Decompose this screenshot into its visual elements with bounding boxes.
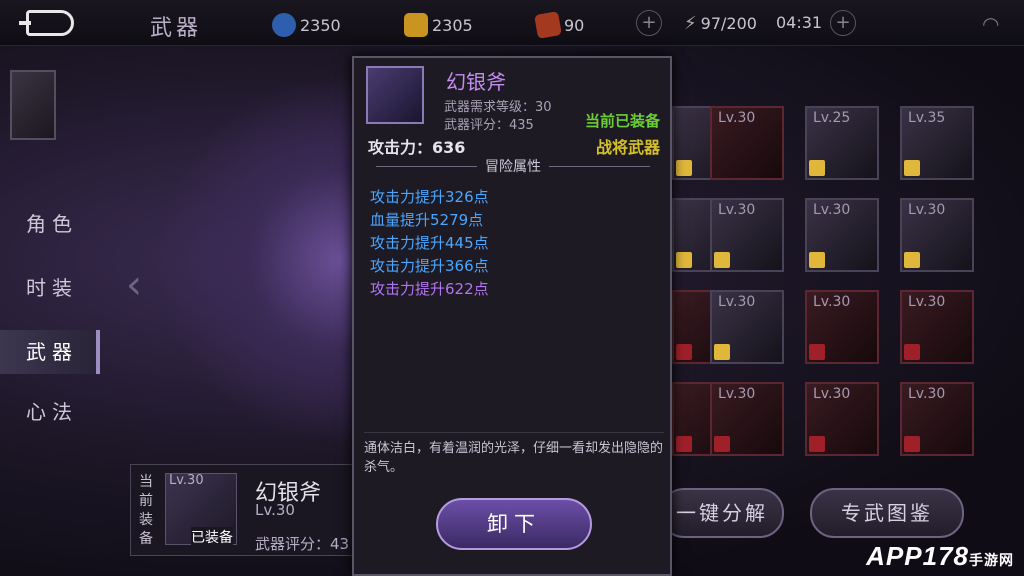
stat-line: 攻击力提升366点 xyxy=(370,257,489,275)
weapon-detail-popup: 幻银斧 武器需求等级：30 武器评分：435 当前已装备 战将武器 攻击力：63… xyxy=(352,56,672,576)
clock: 04:31 xyxy=(776,13,822,32)
add-stamina-button[interactable]: + xyxy=(830,10,856,36)
tab-costume[interactable]: 时装 xyxy=(0,266,100,310)
weapon-slot[interactable]: Lv.30 xyxy=(710,198,784,272)
wifi-icon: ◠ xyxy=(982,12,1000,36)
shield-icon xyxy=(272,13,296,37)
weapon-description: 通体洁白，有着温润的光泽，仔细一看却发出隐隐的杀气。 xyxy=(364,432,664,477)
current-weapon-card: 当前装备 Lv.30 已装备 幻银斧 Lv.30 武器评分：43 xyxy=(130,464,360,556)
section-header: 冒险属性 xyxy=(368,156,658,176)
tab-mind[interactable]: 心法 xyxy=(0,390,100,434)
weapon-slot[interactable]: Lv.30 xyxy=(900,198,974,272)
tab-character[interactable]: 角色 xyxy=(0,202,100,246)
token-icon xyxy=(534,11,562,39)
tab-weapon[interactable]: 武器 xyxy=(0,330,100,374)
unequip-button[interactable]: 卸下 xyxy=(436,498,592,550)
weapon-slot[interactable]: Lv.35 xyxy=(900,106,974,180)
stamina-value: 97/200 xyxy=(700,14,757,33)
stat-list: 攻击力提升326点 血量提升5279点 攻击力提升445点 攻击力提升366点 … xyxy=(370,186,489,301)
time-value: 04:31 xyxy=(776,13,823,32)
current-level-tag: Lv.30 xyxy=(169,473,204,488)
weapon-slot[interactable]: Lv.30 xyxy=(805,382,879,456)
gold-currency: 2305 xyxy=(404,13,473,37)
gold-ingot-icon xyxy=(404,13,428,37)
stamina: ⚡ 97/200 xyxy=(684,13,757,34)
weapon-slot[interactable]: Lv.25 xyxy=(805,106,879,180)
attack-value: 攻击力：636 xyxy=(368,138,466,157)
token-currency: 90 xyxy=(534,11,585,39)
weapon-slot[interactable]: Lv.30 xyxy=(900,382,974,456)
weapon-slot[interactable]: Lv.30 xyxy=(710,290,784,364)
weapon-slot[interactable]: Lv.30 xyxy=(805,290,879,364)
token-amount: 90 xyxy=(564,15,585,35)
lightning-icon: ⚡ xyxy=(684,13,697,34)
shield-amount: 2350 xyxy=(300,15,341,35)
decompose-button[interactable]: 一键分解 xyxy=(660,488,784,538)
weapon-score: 武器评分：435 xyxy=(444,118,534,133)
weapon-slot[interactable]: Lv.30 xyxy=(710,106,784,180)
gold-amount: 2305 xyxy=(432,15,473,35)
stat-line: 攻击力提升622点 xyxy=(370,280,489,298)
axe-icon xyxy=(366,66,424,124)
watermark-logo: APP178手游网 xyxy=(866,541,1014,571)
chevron-left-icon[interactable]: ‹ xyxy=(126,262,142,308)
back-icon[interactable] xyxy=(19,10,74,36)
weapon-showcase xyxy=(110,60,360,460)
shield-currency: 2350 xyxy=(272,13,341,37)
equipped-tag: 已装备 xyxy=(191,527,233,547)
gallery-button[interactable]: 专武图鉴 xyxy=(810,488,964,538)
weapon-name: 幻银斧 xyxy=(446,70,506,94)
avatar[interactable] xyxy=(10,70,56,140)
weapon-slot[interactable]: Lv.30 xyxy=(805,198,879,272)
equipped-status: 当前已装备 xyxy=(584,112,660,130)
stat-line: 血量提升5279点 xyxy=(370,211,484,229)
page-title: 武器 xyxy=(150,16,203,41)
current-weapon-score: 武器评分：43 xyxy=(255,535,350,553)
required-level: 武器需求等级：30 xyxy=(444,100,552,115)
stat-line: 攻击力提升326点 xyxy=(370,188,489,206)
weapon-slot[interactable]: Lv.30 xyxy=(900,290,974,364)
top-bar: 武器 2350 2305 90 + ⚡ 97/200 04:31 + ◠ xyxy=(0,0,1024,46)
stat-line: 攻击力提升445点 xyxy=(370,234,489,252)
weapon-slot[interactable]: Lv.30 xyxy=(710,382,784,456)
section-title: 冒险属性 xyxy=(485,159,541,175)
add-currency-button[interactable]: + xyxy=(636,10,662,36)
current-equip-label: 当前装备 xyxy=(139,474,153,547)
current-weapon-level: Lv.30 xyxy=(255,501,295,519)
weapon-grid: Lv.30 Lv.25 Lv.35 Lv.30 Lv.30 Lv.30 Lv.3… xyxy=(672,106,977,456)
weapon-category: 战将武器 xyxy=(595,138,660,157)
